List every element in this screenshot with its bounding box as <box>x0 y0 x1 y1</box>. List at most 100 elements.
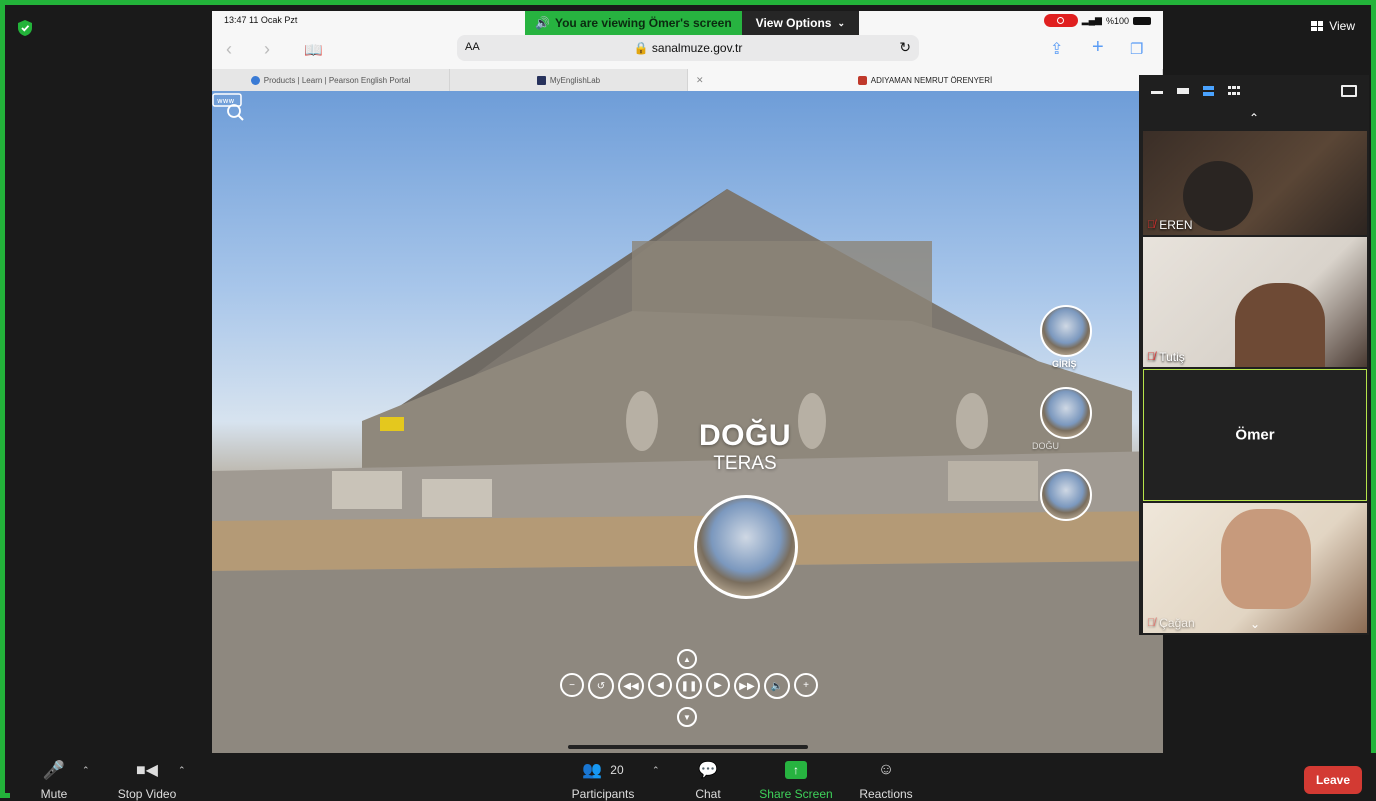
reactions-label: Reactions <box>859 787 913 801</box>
safari-toolbar: ‹ › 📖 AA 🔒 sanalmuze.gov.tr ↻ ⇪ + ❐ <box>212 31 1163 69</box>
url-host: 🔒 sanalmuze.gov.tr <box>633 41 743 55</box>
speaker-icon: 🔊 <box>535 16 550 30</box>
battery-icon <box>1133 16 1151 25</box>
recording-icon <box>1043 14 1078 27</box>
bookmarks-icon[interactable]: 📖 <box>304 41 323 59</box>
chat-button[interactable]: 💬 Chat <box>686 759 730 801</box>
audio-options-chevron-icon[interactable]: ⌃ <box>82 765 90 776</box>
rewind-button[interactable]: ◀◀ <box>618 673 644 699</box>
sound-button[interactable]: 🔈 <box>764 673 790 699</box>
tabs-icon[interactable]: ❐ <box>1130 40 1143 58</box>
reactions-button[interactable]: ☺ Reactions <box>854 759 918 801</box>
shield-icon[interactable] <box>17 19 33 37</box>
leave-button[interactable]: Leave <box>1303 766 1362 794</box>
view-options-button[interactable]: View Options ⌄ <box>741 11 860 35</box>
tab-title: Products | Learn | Pearson English Porta… <box>263 75 411 85</box>
scroll-down-icon[interactable]: ⌄ <box>1143 617 1367 631</box>
mute-label: Mute <box>40 787 68 801</box>
url-host-text: sanalmuze.gov.tr <box>651 41 743 55</box>
participant-name: 🎙̸ EREN <box>1147 218 1193 232</box>
tab-title: MyEnglishLab <box>549 75 601 85</box>
chat-icon: 💬 <box>698 762 718 779</box>
fast-forward-button[interactable]: ▶▶ <box>734 673 760 699</box>
back-icon[interactable]: ‹ <box>226 39 232 60</box>
participant-tile-active[interactable]: Ömer <box>1143 369 1367 501</box>
view-button[interactable]: View <box>1311 19 1355 33</box>
participant-tile[interactable]: 🎙̸ Tutiş <box>1143 237 1367 367</box>
museum-icon <box>857 75 867 85</box>
video-feed <box>1221 509 1311 609</box>
tab-title: ADIYAMAN NEMRUT ÖRENYERİ <box>870 75 993 85</box>
speaker-view-icon[interactable] <box>1177 88 1189 94</box>
shared-screen: 13:47 11 Ocak Pzt ▂▄▆ %100 ‹ › 📖 AA 🔒 sa… <box>212 11 1163 753</box>
tab-pearson[interactable]: Products | Learn | Pearson English Porta… <box>212 69 450 91</box>
participants-video-panel: ⌃ 🎙̸ EREN 🎙̸ Tutiş Ömer 🎙̸ Çağan ⌄ <box>1139 75 1369 635</box>
tab-nemrut[interactable]: ✕ ADIYAMAN NEMRUT ÖRENYERİ <box>688 69 1163 91</box>
status-time: 13:47 11 Ocak Pzt <box>224 15 298 25</box>
new-tab-icon[interactable]: + <box>1092 36 1104 59</box>
forward-icon[interactable]: › <box>264 39 270 60</box>
svg-text:www: www <box>217 97 234 105</box>
viewing-indicator: 🔊 You are viewing Ömer's screen <box>525 11 742 35</box>
myenglishlab-icon <box>536 75 546 85</box>
participant-tile[interactable]: 🎙̸ Çağan ⌄ <box>1143 503 1367 633</box>
battery-text: %100 <box>1105 15 1129 26</box>
pause-button[interactable]: ❚❚ <box>676 673 702 699</box>
scroll-up-icon[interactable]: ⌃ <box>1139 107 1369 129</box>
panorama-view[interactable]: www DOĞU TERAS GİRİŞ DOĞU ▲ − ↺ ◀◀ ◀ ❚❚ … <box>212 91 1163 753</box>
share-screen-button[interactable]: ↑ Share Screen <box>758 759 834 801</box>
mic-muted-icon: 🎙̸ <box>1147 219 1156 231</box>
location-title: DOĞU <box>699 419 791 452</box>
side-by-side-icon[interactable] <box>1341 85 1357 97</box>
panel-view-switcher <box>1139 75 1369 107</box>
tab-myenglishlab[interactable]: MyEnglishLab <box>450 69 688 91</box>
view-options-label: View Options <box>755 16 832 30</box>
strip-view-icon[interactable] <box>1203 86 1214 96</box>
tab-close-icon[interactable]: ✕ <box>696 75 704 86</box>
video-feed <box>1235 283 1325 367</box>
pan-left-button[interactable]: ◀ <box>648 673 672 697</box>
mute-button[interactable]: 🎤 Mute <box>32 759 76 801</box>
zoom-in-button[interactable]: + <box>794 673 818 697</box>
video-options-chevron-icon[interactable]: ⌃ <box>178 765 186 776</box>
minimize-icon[interactable] <box>1151 88 1163 94</box>
stop-video-label: Stop Video <box>117 787 177 801</box>
web-search-icon[interactable]: www <box>212 91 246 121</box>
reload-icon[interactable]: ↻ <box>899 39 911 56</box>
view-label: View <box>1329 19 1355 33</box>
pan-right-button[interactable]: ▶ <box>706 673 730 697</box>
participants-button[interactable]: 👥 20 Participants <box>566 759 640 801</box>
zoom-out-button[interactable]: − <box>560 673 584 697</box>
zoom-window: View 🔊 You are viewing Ömer's screen Vie… <box>0 0 1376 801</box>
nav-thumb-next[interactable] <box>1040 469 1092 521</box>
share-screen-label: Share Screen <box>759 787 833 801</box>
status-right: ▂▄▆ %100 <box>1043 14 1151 27</box>
panorama-controls: − ↺ ◀◀ ◀ ❚❚ ▶ ▶▶ 🔈 + <box>560 673 818 699</box>
tilt-up-button[interactable]: ▲ <box>677 649 697 669</box>
safari-tab-bar: Products | Learn | Pearson English Porta… <box>212 69 1163 91</box>
chevron-down-icon: ⌄ <box>837 17 846 28</box>
participants-options-chevron-icon[interactable]: ⌃ <box>652 765 660 776</box>
signal-icon: ▂▄▆ <box>1081 15 1102 25</box>
nav-thumb-giris[interactable] <box>1040 305 1092 357</box>
video-feed <box>1183 161 1253 231</box>
viewing-text: You are viewing Ömer's screen <box>554 16 732 30</box>
participants-count: 20 <box>610 763 624 777</box>
ios-home-indicator <box>568 745 808 749</box>
gallery-view-icon[interactable] <box>1228 86 1240 96</box>
nav-thumb-dogu[interactable] <box>1040 387 1092 439</box>
reset-view-button[interactable]: ↺ <box>588 673 614 699</box>
video-camera-icon: ■◀ <box>136 762 158 779</box>
tilt-down-button[interactable]: ▼ <box>677 707 697 727</box>
reactions-icon: ☺ <box>877 761 895 778</box>
screen-share-banner: 🔊 You are viewing Ömer's screen View Opt… <box>525 11 860 35</box>
chat-label: Chat <box>695 787 721 801</box>
stop-video-button[interactable]: ■◀ Stop Video <box>110 759 184 801</box>
nav-thumb-caption: GİRİŞ <box>1052 359 1077 369</box>
location-subtitle: TERAS <box>713 453 777 474</box>
share-icon[interactable]: ⇪ <box>1050 39 1063 59</box>
grid-icon <box>1311 21 1324 31</box>
current-location-thumbnail[interactable] <box>694 495 798 599</box>
url-bar[interactable]: AA 🔒 sanalmuze.gov.tr ↻ <box>457 35 919 61</box>
participant-tile[interactable]: 🎙̸ EREN <box>1143 131 1367 235</box>
